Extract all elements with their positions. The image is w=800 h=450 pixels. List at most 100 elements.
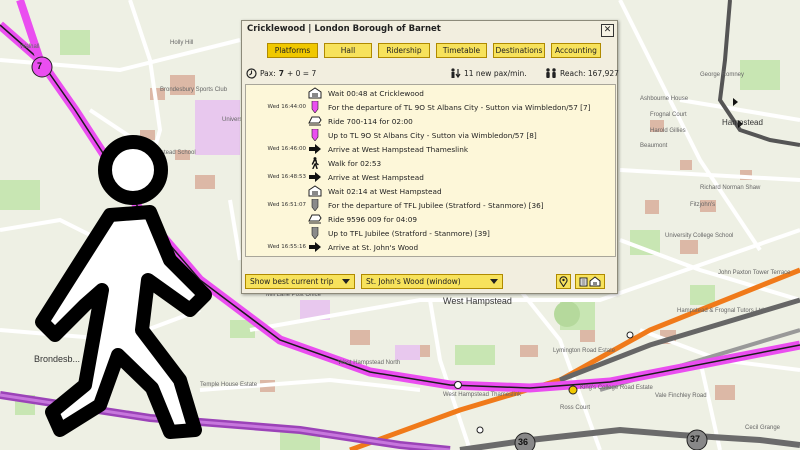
map-label-west-hampstead-north: West Hampstead North (338, 360, 401, 366)
trip-row: Wed 16:51:07 For the departure of TFL Ju… (246, 199, 615, 211)
clock-icon (246, 68, 257, 79)
grey-train-icon (311, 227, 319, 239)
new-pax-stat: 11 new pax/min. (450, 68, 527, 79)
ride-icon (308, 116, 322, 126)
trip-time: Wed 16:44:00 (267, 104, 306, 110)
walk-icon (311, 157, 319, 169)
walking-person-icon (35, 135, 212, 439)
map-label-kings-college: King's College Road Estate (580, 385, 653, 391)
locate-button[interactable] (556, 274, 571, 289)
arrow-icon (309, 172, 321, 182)
trip-text: Arrive at St. John's Wood (328, 243, 419, 252)
arrow-icon (309, 242, 321, 252)
map-label-frognal-court: Frognal Court (650, 112, 687, 118)
tab-accounting[interactable]: Accounting (551, 43, 601, 58)
map-label-john-paxton: John Paxton Tower Terrace (718, 270, 791, 276)
station-icon (308, 87, 322, 99)
map-label-lymington-road: Lymington Road Estate (553, 348, 616, 354)
trip-text: Wait 00:48 at Cricklewood (328, 89, 424, 98)
map-label-beaumont: Beaumont (640, 143, 668, 149)
tab-ridership[interactable]: Ridership (378, 43, 430, 58)
trip-row: Wed 16:55:16 Arrive at St. John's Wood (246, 241, 615, 253)
trip-time: Wed 16:51:07 (267, 202, 306, 208)
trip-text: Walk for 02:53 (328, 159, 382, 168)
trip-time: Wed 16:55:16 (267, 244, 306, 250)
station-icon (308, 185, 322, 197)
tab-hall[interactable]: Hall (324, 43, 372, 58)
trip-row: Up to TL 9O St Albans City - Sutton via … (246, 129, 615, 141)
map-label-hampstead: Hampstead (722, 118, 763, 127)
tab-destinations[interactable]: Destinations (493, 43, 545, 58)
trip-text: For the departure of TFL Jubilee (Stratf… (328, 201, 544, 210)
trip-row: Walk for 02:53 (246, 157, 615, 169)
pink-train-icon (311, 129, 319, 141)
line-badge-36[interactable]: 36 (518, 437, 528, 447)
trip-text: Ride 9596 009 for 04:09 (328, 215, 418, 224)
trip-row: Wed 16:46:00 Arrive at West Hampstead Th… (246, 143, 615, 155)
pax-value: 7 (278, 69, 284, 78)
map-label-cecil-grange: Cecil Grange (745, 425, 781, 431)
line-badge-7[interactable]: 7 (37, 61, 42, 71)
map-label-wh-thameslink: West Hampstead Thameslink (443, 392, 522, 398)
map-label-harold-gillies: Harold Gillies (650, 128, 686, 134)
pax-stat: Pax: 7 + 0 = 7 (246, 68, 316, 79)
chevron-down-icon (490, 279, 498, 284)
trip-row: Wait 02:14 at West Hampstead (246, 185, 615, 197)
reach-stat: Reach: 167,927 (545, 68, 619, 79)
map-pin-icon (559, 276, 568, 287)
map-label-richard-norman: Richard Norman Shaw (700, 185, 761, 191)
window-titlebar[interactable]: Cricklewood | London Borough of Barnet ✕ (242, 21, 617, 39)
map-label-ucs: University College School (665, 233, 734, 239)
close-button[interactable]: ✕ (601, 24, 614, 37)
trip-time: Wed 16:48:53 (267, 174, 306, 180)
map-label-fitzjohns: Fitzjohn's (690, 202, 716, 208)
station-tools-icon (579, 276, 601, 287)
pax-label: Pax: (260, 69, 276, 78)
trip-text: Arrive at West Hampstead Thameslink (328, 145, 469, 154)
map-label-ross-court: Ross Court (560, 405, 591, 411)
trip-row: Wed 16:44:00 For the departure of TL 9O … (246, 101, 615, 113)
people-icon (546, 68, 556, 78)
destination-dropdown[interactable]: St. John's Wood (window) (361, 274, 503, 289)
arrow-icon (309, 144, 321, 154)
station-stats: Pax: 7 + 0 = 7 11 new pax/min. Reach: 16… (242, 68, 619, 82)
map-label-george-romney: George Romney (700, 72, 745, 78)
trip-text: Ride 700-114 for 02:00 (328, 117, 413, 126)
window-title: Cricklewood | London Borough of Barnet (247, 24, 441, 34)
trip-text: Wait 02:14 at West Hampstead (328, 187, 442, 196)
trip-row: Ride 9596 009 for 04:09 (246, 213, 615, 225)
trip-time: Wed 16:46:00 (267, 146, 306, 152)
trip-text: Up to TL 9O St Albans City - Sutton via … (328, 131, 537, 140)
map-label-west-hampstead: West Hampstead (443, 296, 512, 306)
map-label-holly-hill: Holly Hill (170, 40, 194, 46)
trip-itinerary[interactable]: Wait 00:48 at Cricklewood Wed 16:44:00 F… (245, 84, 616, 257)
map-label-ashbourne: Ashbourne House (640, 96, 689, 102)
passenger-arrow-icon (451, 68, 461, 79)
map-label-vale-finchley: Vale Finchley Road (655, 393, 707, 399)
ride-icon (308, 214, 322, 224)
trip-text: Up to TFL Jubilee (Stratford - Stanmore)… (328, 229, 490, 238)
line-badge-37[interactable]: 37 (690, 434, 700, 444)
trip-row: Up to TFL Jubilee (Stratford - Stanmore)… (246, 227, 615, 239)
trip-row: Wait 00:48 at Cricklewood (246, 87, 615, 99)
pax-rest: + 0 = 7 (286, 69, 317, 78)
station-window[interactable]: Cricklewood | London Borough of Barnet ✕… (241, 20, 619, 294)
destination-value: St. John's Wood (window) (366, 277, 461, 286)
map-label-hampstead-tutors: Hampstead & Frognal Tutors Ltd (677, 308, 764, 314)
trip-text: For the departure of TL 9O St Albans Cit… (328, 103, 591, 112)
window-bottom-bar: Show best current trip St. John's Wood (… (242, 271, 617, 291)
reach-value: Reach: 167,927 (560, 69, 619, 78)
trip-mode-dropdown[interactable]: Show best current trip (245, 274, 355, 289)
tab-timetable[interactable]: Timetable (436, 43, 487, 58)
map-label-brondesbury-sports: Brondesbury Sports Club (160, 87, 228, 93)
new-pax-value: 11 new pax/min. (464, 69, 527, 78)
trip-row: Ride 700-114 for 02:00 (246, 115, 615, 127)
chevron-down-icon (342, 279, 350, 284)
trip-row: Wed 16:48:53 Arrive at West Hampstead (246, 171, 615, 183)
pink-train-icon (311, 101, 319, 113)
map-label-walhall: Walhall (20, 44, 40, 50)
tab-platforms[interactable]: Platforms (267, 43, 318, 58)
window-tabs: Platforms Hall Ridership Timetable Desti… (267, 43, 601, 58)
trip-text: Arrive at West Hampstead (328, 173, 424, 182)
station-tools-button[interactable] (575, 274, 605, 289)
